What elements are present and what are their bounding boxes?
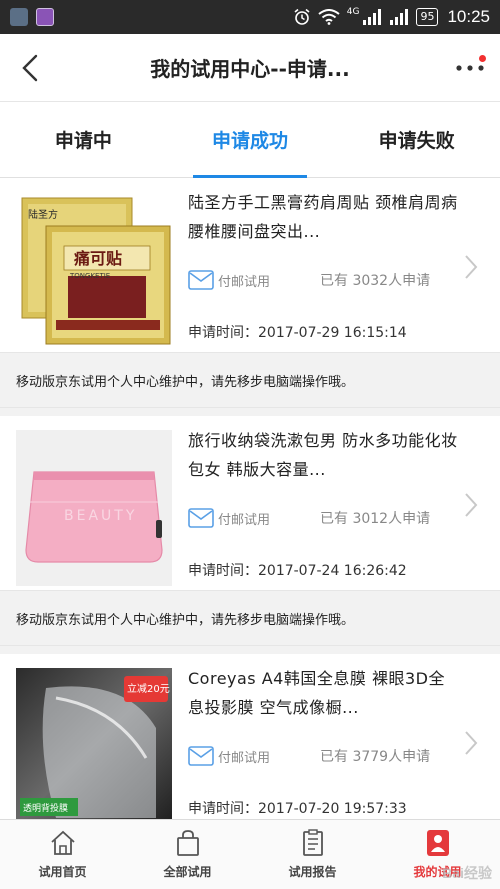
more-dots-icon: [456, 64, 484, 71]
report-icon: [302, 829, 323, 856]
tab-failed[interactable]: 申请失败: [333, 102, 500, 177]
chevron-right-icon: [465, 493, 478, 517]
applied-count: 已有 3779人申请: [320, 749, 431, 765]
item-title: 旅行收纳袋洗漱包男 防水多功能化妆包女 韩版大容量...: [188, 431, 458, 479]
applied-count: 已有 3032人申请: [320, 273, 431, 289]
header-bar: 我的试用中心--申请...: [0, 34, 500, 102]
gallery-notification-icon: [36, 8, 54, 26]
notification-dot: [479, 54, 486, 62]
divider: [0, 646, 500, 654]
nav-label: 全部试用: [163, 865, 212, 879]
nav-all-trials[interactable]: 全部试用: [125, 820, 250, 889]
item-title: 陆圣方手工黑膏药肩周贴 颈椎肩周病腰椎腰间盘突出...: [188, 193, 458, 241]
list-item[interactable]: 陆圣方 痛可贴 TONGKETIE 陆圣方手工黑膏药肩周贴 颈椎肩周病腰椎腰间盘…: [0, 178, 500, 352]
product-image-cosmetic-bag: BEAUTY: [16, 430, 172, 586]
battery-level: 95: [416, 8, 439, 26]
nav-label: 试用首页: [38, 865, 87, 879]
apply-time: 申请时间：2017-07-29 16:15:14: [188, 325, 407, 341]
tab-applying[interactable]: 申请中: [0, 102, 167, 177]
svg-text:BEAUTY: BEAUTY: [64, 508, 137, 524]
nav-trial-reports[interactable]: 试用报告: [250, 820, 375, 889]
back-button[interactable]: [0, 34, 60, 102]
status-bar: 4G 95 10:25: [0, 0, 500, 34]
my-trial-icon: [426, 830, 449, 856]
tab-success[interactable]: 申请成功: [167, 102, 334, 178]
bag-icon: [176, 830, 199, 856]
status-tabs: 申请中 申请成功 申请失败: [0, 102, 500, 178]
trial-type-label: 付邮试用: [218, 512, 271, 528]
product-image-plaster: 陆圣方 痛可贴 TONGKETIE: [16, 192, 172, 348]
mail-icon: [188, 508, 214, 528]
alarm-icon: [293, 8, 311, 26]
item-meta: 付邮试用 已有 3012人申请: [188, 506, 458, 530]
item-info: 旅行收纳袋洗漱包男 防水多功能化妆包女 韩版大容量... 付邮试用 已有 301…: [188, 426, 458, 580]
item-info: 陆圣方手工黑膏药肩周贴 颈椎肩周病腰椎腰间盘突出... 付邮试用 已有 3032…: [188, 188, 458, 342]
product-image-hologram-film: 立减20元 透明背投膜: [16, 668, 172, 824]
page-title: 我的试用中心--申请...: [150, 57, 350, 81]
watermark: Bai经验: [442, 865, 492, 881]
back-arrow-icon: [22, 54, 38, 81]
item-meta: 付邮试用 已有 3779人申请: [188, 744, 458, 768]
chevron-right-icon: [465, 255, 478, 279]
signal-icon: [362, 8, 382, 26]
maintenance-notice: 移动版京东试用个人中心维护中，请先移步电脑端操作哦。: [0, 590, 500, 646]
wifi-icon: [318, 9, 340, 25]
bottom-nav: 试用首页 全部试用 试用报告 我的试用: [0, 819, 500, 889]
item-title: Coreyas A4韩国全息膜 裸眼3D全息投影膜 空气成像橱...: [188, 669, 445, 717]
svg-text:TONGKETIE: TONGKETIE: [69, 272, 110, 280]
svg-text:立减20元: 立减20元: [127, 682, 170, 695]
applied-count: 已有 3012人申请: [320, 511, 431, 527]
chevron-right-icon: [465, 731, 478, 755]
svg-text:陆圣方: 陆圣方: [28, 208, 58, 221]
signal-icon-2: [389, 8, 409, 26]
svg-text:痛可贴: 痛可贴: [73, 249, 122, 268]
nav-label: 试用报告: [288, 865, 337, 879]
mail-icon: [188, 270, 214, 290]
trial-type-label: 付邮试用: [218, 750, 271, 766]
trial-list: 陆圣方 痛可贴 TONGKETIE 陆圣方手工黑膏药肩周贴 颈椎肩周病腰椎腰间盘…: [0, 178, 500, 828]
item-info: Coreyas A4韩国全息膜 裸眼3D全息投影膜 空气成像橱... 付邮试用 …: [188, 664, 458, 818]
mail-icon: [188, 746, 214, 766]
clock: 10:25: [447, 7, 490, 26]
apply-time: 申请时间：2017-07-20 19:57:33: [188, 801, 407, 817]
home-icon: [50, 830, 75, 855]
network-type: 4G: [346, 7, 360, 17]
divider: [0, 408, 500, 416]
more-button[interactable]: [440, 34, 500, 102]
trial-type-label: 付邮试用: [218, 274, 271, 290]
svg-text:透明背投膜: 透明背投膜: [23, 802, 68, 814]
list-item[interactable]: 立减20元 透明背投膜 Coreyas A4韩国全息膜 裸眼3D全息投影膜 空气…: [0, 654, 500, 828]
item-meta: 付邮试用 已有 3032人申请: [188, 268, 458, 292]
list-item[interactable]: BEAUTY 旅行收纳袋洗漱包男 防水多功能化妆包女 韩版大容量... 付邮试用…: [0, 416, 500, 590]
app-notification-icon: [10, 8, 28, 26]
maintenance-notice: 移动版京东试用个人中心维护中，请先移步电脑端操作哦。: [0, 352, 500, 408]
apply-time: 申请时间：2017-07-24 16:26:42: [188, 563, 407, 579]
nav-trial-home[interactable]: 试用首页: [0, 820, 125, 889]
